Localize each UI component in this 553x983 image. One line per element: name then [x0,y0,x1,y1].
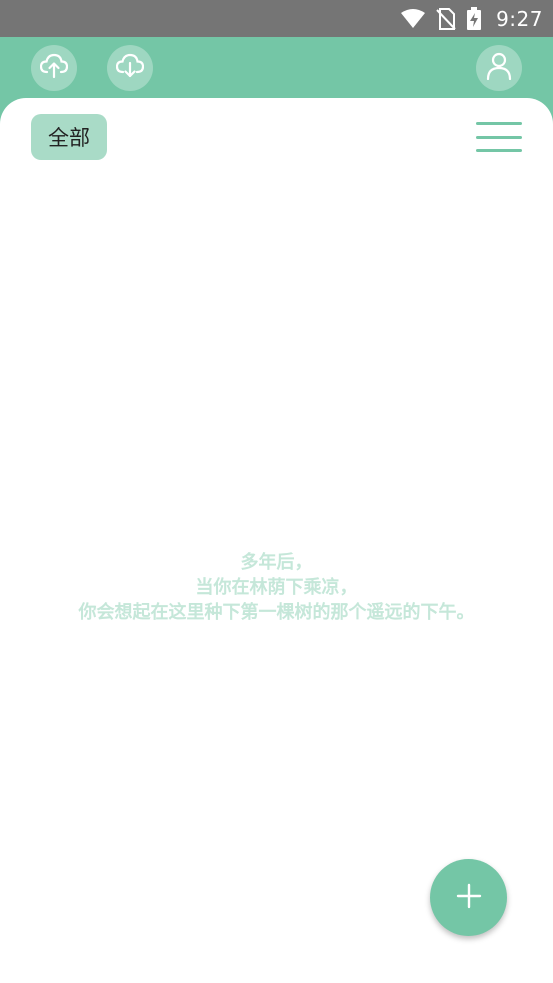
add-button[interactable] [430,859,507,936]
menu-icon-bar [476,135,522,139]
empty-state-message: 多年后， 当你在林荫下乘凉， 你会想起在这里种下第一棵树的那个遥远的下午。 [0,550,553,625]
user-icon [486,52,512,84]
menu-icon-bar [476,122,522,125]
battery-charging-icon [466,6,482,31]
cloud-download-icon [115,53,145,83]
filter-chip-all[interactable]: 全部 [31,114,107,160]
menu-button[interactable] [476,122,522,152]
profile-button[interactable] [476,45,522,91]
menu-icon-bar [476,149,522,152]
plus-icon [456,883,482,913]
cloud-upload-icon [39,53,69,83]
status-clock: 9:27 [496,6,543,31]
empty-state-line: 当你在林荫下乘凉， [195,577,358,598]
status-icons: 9:27 [400,0,543,37]
empty-state-line: 多年后， [240,552,313,573]
status-bar: 9:27 [0,0,553,37]
wifi-icon [400,8,426,29]
no-sim-icon [436,7,456,30]
upload-button[interactable] [31,45,77,91]
empty-state-line: 你会想起在这里种下第一棵树的那个遥远的下午。 [78,602,475,623]
main-panel: 全部 多年后， 当你在林荫下乘凉， 你会想起在这里种下第一棵树的那个遥远的下午。 [0,98,553,983]
download-button[interactable] [107,45,153,91]
